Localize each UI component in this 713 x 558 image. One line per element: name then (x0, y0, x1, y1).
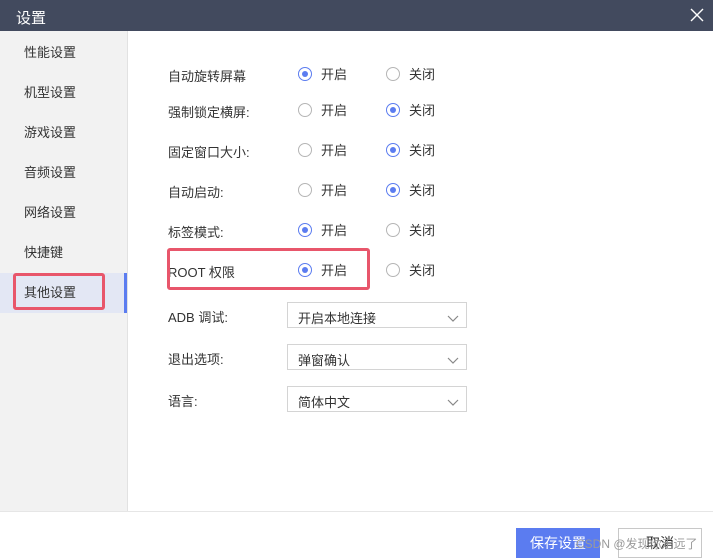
setting-row-tab-mode: 标签模式: 开启 关闭 (168, 220, 488, 240)
radio-circle-icon (298, 66, 312, 81)
setting-row-fixed-window-size: 固定窗口大小: 开启 关闭 (168, 140, 488, 160)
setting-label: 语言: (168, 394, 198, 409)
radio-circle-icon (298, 222, 312, 237)
setting-label: ROOT 权限 (168, 265, 235, 280)
sidebar-item-shortcuts[interactable]: 快捷键 (0, 233, 127, 273)
radio-on[interactable]: 开启 (298, 100, 347, 119)
radio-on[interactable]: 开启 (298, 180, 347, 199)
title-bar: 设置 (0, 0, 713, 31)
sidebar-item-other[interactable]: 其他设置 (0, 273, 127, 313)
setting-row-adb: ADB 调试: 开启本地连接 (168, 302, 488, 328)
setting-label: 退出选项: (168, 352, 224, 367)
select-value: 开启本地连接 (298, 311, 377, 326)
setting-row-auto-start: 自动启动: 开启 关闭 (168, 180, 488, 200)
exit-option-select[interactable]: 弹窗确认 (287, 344, 467, 370)
radio-on[interactable]: 开启 (298, 220, 347, 239)
chevron-down-icon (447, 395, 459, 410)
radio-circle-icon (298, 182, 312, 197)
save-button[interactable]: 保存设置 (516, 528, 600, 558)
close-icon[interactable] (685, 3, 709, 27)
radio-circle-icon (386, 66, 400, 81)
language-select[interactable]: 简体中文 (287, 386, 467, 412)
sidebar: 性能设置 机型设置 游戏设置 音频设置 网络设置 快捷键 其他设置 (0, 31, 128, 511)
setting-label: 自动旋转屏幕 (168, 69, 247, 84)
sidebar-item-model[interactable]: 机型设置 (0, 73, 127, 113)
radio-off[interactable]: 关闭 (386, 140, 435, 159)
sidebar-item-game[interactable]: 游戏设置 (0, 113, 127, 153)
radio-on[interactable]: 开启 (298, 140, 347, 159)
radio-off[interactable]: 关闭 (386, 180, 435, 199)
sidebar-item-network[interactable]: 网络设置 (0, 193, 127, 233)
setting-label: 固定窗口大小: (168, 145, 250, 160)
setting-label: ADB 调试: (168, 310, 228, 325)
setting-label: 自动启动: (168, 185, 224, 200)
sidebar-item-performance[interactable]: 性能设置 (0, 33, 127, 73)
setting-row-auto-rotate: 自动旋转屏幕 开启 关闭 (168, 64, 488, 84)
cancel-button[interactable]: 取消 (618, 528, 702, 558)
radio-off[interactable]: 关闭 (386, 220, 435, 239)
adb-select[interactable]: 开启本地连接 (287, 302, 467, 328)
select-value: 弹窗确认 (298, 353, 351, 368)
radio-circle-icon (386, 182, 400, 197)
radio-on[interactable]: 开启 (298, 260, 347, 279)
radio-circle-icon (386, 102, 400, 117)
radio-circle-icon (386, 222, 400, 237)
setting-label: 强制锁定横屏: (168, 105, 250, 120)
setting-row-language: 语言: 简体中文 (168, 386, 488, 412)
setting-label: 标签模式: (168, 225, 224, 240)
window-title: 设置 (16, 10, 47, 27)
chevron-down-icon (447, 353, 459, 368)
sidebar-item-audio[interactable]: 音频设置 (0, 153, 127, 193)
radio-circle-icon (298, 262, 312, 277)
setting-row-root: ROOT 权限 开启 关闭 (168, 260, 488, 280)
settings-panel: 自动旋转屏幕 开启 关闭 强制锁定横屏: 开启 关闭 固定窗口大小: 开启 关闭… (128, 31, 713, 511)
chevron-down-icon (447, 311, 459, 326)
radio-circle-icon (298, 142, 312, 157)
radio-off[interactable]: 关闭 (386, 64, 435, 83)
footer: 保存设置 取消 (0, 511, 713, 558)
radio-on[interactable]: 开启 (298, 64, 347, 83)
radio-circle-icon (386, 262, 400, 277)
radio-off[interactable]: 关闭 (386, 100, 435, 119)
setting-row-force-landscape: 强制锁定横屏: 开启 关闭 (168, 100, 488, 120)
radio-circle-icon (298, 102, 312, 117)
radio-off[interactable]: 关闭 (386, 260, 435, 279)
select-value: 简体中文 (298, 395, 351, 410)
setting-row-exit: 退出选项: 弹窗确认 (168, 344, 488, 370)
radio-circle-icon (386, 142, 400, 157)
